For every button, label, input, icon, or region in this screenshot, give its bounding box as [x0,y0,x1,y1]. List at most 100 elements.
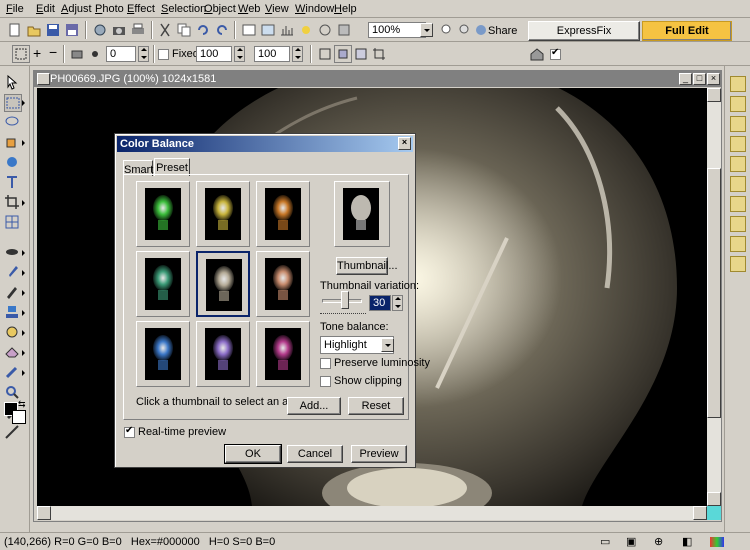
brush-tool-icon[interactable] [4,264,20,280]
text-tool-icon[interactable] [4,174,20,190]
save-as-icon[interactable] [63,21,81,39]
tool-flyout-arrow[interactable] [22,250,25,256]
realtime-preview-checkbox[interactable] [124,425,135,438]
cancel-button[interactable]: Cancel [287,445,343,463]
preset-thumbnail[interactable] [136,321,190,387]
select-none-icon[interactable] [334,45,352,63]
tool-flyout-arrow[interactable] [22,350,25,356]
menu-view[interactable]: View [265,3,289,15]
enhance-icon[interactable] [259,21,277,39]
eye-tool-icon[interactable] [4,244,20,260]
ellipse-shape-icon[interactable] [86,45,104,63]
transform-tool-icon[interactable] [4,154,20,170]
new-file-icon[interactable] [6,21,24,39]
rect-shape-icon[interactable] [68,45,86,63]
height-input[interactable]: 100 [254,46,290,62]
tool-flyout-arrow[interactable] [22,290,25,296]
menu-help[interactable]: Help [334,3,357,15]
open-folder-icon[interactable] [25,21,43,39]
close-window-icon[interactable]: × [707,73,720,85]
thumbnail-button[interactable]: Thumbnail... [336,257,398,275]
preset-thumbnail[interactable] [136,181,190,247]
scroll-left-icon[interactable] [37,506,51,520]
menu-photo[interactable]: Photo [95,3,124,15]
scroll-down-icon[interactable] [707,492,721,506]
cut-icon[interactable] [156,21,174,39]
feather-input[interactable]: 0 [106,46,136,62]
browser-icon[interactable] [240,21,258,39]
preset-thumbnail[interactable] [256,251,310,317]
palette-easy-palette-icon[interactable] [730,216,746,232]
preserve-luminosity-checkbox[interactable] [320,358,331,369]
stamp-tool-icon[interactable] [4,304,20,320]
tool-flyout-arrow[interactable] [22,330,25,336]
window-menu-icon[interactable] [37,73,50,85]
line-tool-icon[interactable] [4,424,20,440]
light-icon[interactable] [297,21,315,39]
palette-navigator-icon[interactable] [730,96,746,112]
palette-history-icon[interactable] [730,116,746,132]
scroll-right-icon[interactable] [693,506,707,520]
dialog-close-icon[interactable]: × [398,137,411,150]
menu-adjust[interactable]: Adjust [61,3,92,15]
remove-mode-icon[interactable]: − [49,44,57,60]
preview-button[interactable]: Preview [351,445,407,463]
selection-preset-icon[interactable] [12,45,30,63]
menu-effect[interactable]: Effect [127,3,155,15]
zoom-dropdown[interactable] [420,23,433,37]
tool-flyout-arrow[interactable] [22,370,25,376]
preset-thumbnail[interactable] [196,251,250,317]
ok-button[interactable]: OK [224,444,282,464]
tool-flyout-arrow[interactable] [22,140,25,146]
palette-layers-icon[interactable] [730,76,746,92]
variation-spinner[interactable] [392,295,403,311]
tool-flyout-arrow[interactable] [22,270,25,276]
retouch-tool-icon[interactable] [4,324,20,340]
navigator-corner-icon[interactable] [707,506,721,520]
vertical-scroll-thumb[interactable] [707,168,721,418]
apply-checkbox[interactable] [550,47,561,60]
image-window-title-bar[interactable]: PH00669.JPG (100%) 1024x1581 _ □ × [34,71,721,87]
variation-input[interactable]: 30 [369,295,391,311]
menu-file[interactable]: File [6,3,24,15]
variation-slider-thumb[interactable] [341,291,349,309]
tone-balance-dropdown[interactable] [381,338,394,352]
lasso-tool-icon[interactable] [4,114,20,130]
menu-selection[interactable]: Selection [161,3,206,15]
minimize-icon[interactable]: _ [679,73,692,85]
palette-color-icon[interactable] [730,156,746,172]
pointer-tool-icon[interactable] [4,74,20,90]
width-spinner[interactable] [234,46,245,62]
height-spinner[interactable] [292,46,303,62]
background-color-swatch[interactable] [12,410,26,424]
camera-icon[interactable] [110,21,128,39]
add-mode-icon[interactable]: + [33,45,41,61]
share-label[interactable]: Share [488,25,517,37]
vertical-scrollbar[interactable] [707,88,721,506]
reset-button[interactable]: Reset [348,397,404,415]
palette-objects-icon[interactable] [730,196,746,212]
tool-flyout-arrow[interactable] [22,200,25,206]
crop-tool-icon[interactable] [4,194,20,210]
tool-flyout-arrow[interactable] [22,310,25,316]
pencil-tool-icon[interactable] [4,364,20,380]
crop-icon[interactable] [370,45,388,63]
fulledit-button[interactable]: Full Edit [642,21,732,41]
preset-thumbnail[interactable] [256,181,310,247]
undo-icon[interactable] [194,21,212,39]
palette-help-icon[interactable] [730,256,746,272]
copy-icon[interactable] [175,21,193,39]
show-clipping-checkbox[interactable] [320,376,331,387]
home-icon[interactable] [528,45,546,63]
tool-flyout-arrow[interactable] [22,100,25,106]
save-icon[interactable] [44,21,62,39]
pen-tool-icon[interactable] [4,284,20,300]
menu-edit[interactable]: Edit [36,3,55,15]
menu-object[interactable]: Object [204,3,236,15]
expressfix-button[interactable]: ExpressFix [528,21,640,41]
menu-web[interactable]: Web [238,3,260,15]
horizontal-scrollbar[interactable] [37,506,707,520]
histogram-icon[interactable] [278,21,296,39]
grid-tool-icon[interactable] [4,214,20,230]
zoom-tool-icon[interactable] [4,384,20,400]
